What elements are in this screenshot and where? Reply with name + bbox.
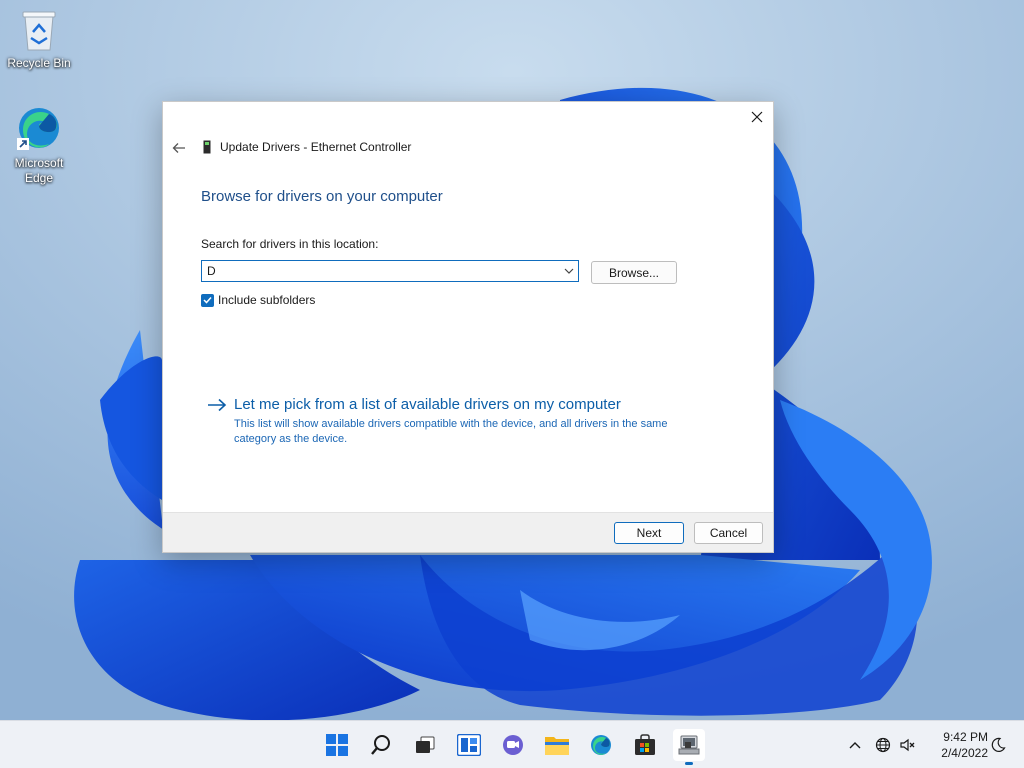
file-explorer-button[interactable] [541, 729, 573, 761]
task-view-icon [416, 736, 435, 753]
search-icon [371, 735, 390, 755]
widgets-icon [457, 734, 481, 756]
device-manager-button[interactable] [673, 729, 705, 765]
close-icon [751, 111, 763, 123]
desktop-icon-microsoft-edge[interactable]: Microsoft Edge [1, 104, 77, 186]
store-icon [635, 734, 655, 755]
edge-taskbar-button[interactable] [585, 729, 617, 761]
network-adapter-icon [203, 140, 211, 154]
close-button[interactable] [741, 102, 773, 132]
chevron-up-icon [849, 742, 861, 749]
file-explorer-icon [545, 737, 569, 755]
recycle-bin-icon [22, 11, 56, 51]
desktop-icon-recycle-bin[interactable]: Recycle Bin [1, 8, 77, 71]
driver-path-combobox[interactable]: D [201, 260, 579, 282]
clock-date: 2/4/2022 [941, 746, 988, 760]
clock-time: 9:42 PM [943, 730, 988, 744]
dropdown-button[interactable] [560, 268, 578, 274]
dialog-footer: Next Cancel [163, 512, 773, 552]
volume-button[interactable] [899, 736, 917, 754]
taskbar: 9:42 PM 2/4/2022 [0, 720, 1024, 768]
start-icon [326, 734, 348, 756]
moon-icon [991, 737, 1006, 752]
show-hidden-icons-button[interactable] [846, 736, 864, 754]
chat-button[interactable] [497, 729, 529, 761]
search-location-label: Search for drivers in this location: [201, 237, 379, 251]
desktop-icon-label: Recycle Bin [7, 56, 71, 70]
next-button[interactable]: Next [614, 522, 684, 544]
network-globe-icon [875, 737, 891, 753]
edge-icon [591, 735, 611, 755]
cancel-button[interactable]: Cancel [694, 522, 763, 544]
desktop-icon-label: Microsoft Edge [14, 156, 64, 185]
store-button[interactable] [629, 729, 661, 761]
pick-from-list-title[interactable]: Let me pick from a list of available dri… [234, 396, 621, 413]
chevron-down-icon [564, 268, 574, 274]
network-button[interactable] [874, 736, 892, 754]
page-heading: Browse for drivers on your computer [201, 188, 443, 205]
speaker-muted-icon [900, 738, 915, 752]
search-button[interactable] [365, 729, 397, 761]
dialog-title: Update Drivers - Ethernet Controller [220, 140, 412, 154]
back-button[interactable] [168, 138, 190, 158]
widgets-button[interactable] [453, 729, 485, 761]
checkmark-icon [203, 296, 212, 304]
chat-icon [503, 735, 523, 755]
focus-assist-button[interactable] [989, 736, 1007, 754]
active-app-indicator [685, 762, 693, 765]
clock[interactable]: 9:42 PM 2/4/2022 [926, 729, 988, 761]
include-subfolders-label: Include subfolders [218, 293, 316, 307]
update-drivers-dialog: Update Drivers - Ethernet Controller Bro… [162, 101, 774, 553]
task-view-button[interactable] [409, 729, 441, 761]
checkbox-checked[interactable] [201, 293, 214, 307]
arrow-right-icon [208, 398, 227, 412]
back-arrow-icon [172, 143, 185, 153]
start-button[interactable] [321, 729, 353, 761]
include-subfolders-checkbox[interactable]: Include subfolders [201, 293, 315, 307]
pick-from-list-description: This list will show available drivers co… [234, 418, 668, 445]
driver-path-value[interactable]: D [202, 264, 560, 278]
edge-icon [17, 108, 59, 150]
browse-button[interactable]: Browse... [591, 261, 677, 284]
device-manager-icon [678, 735, 700, 755]
